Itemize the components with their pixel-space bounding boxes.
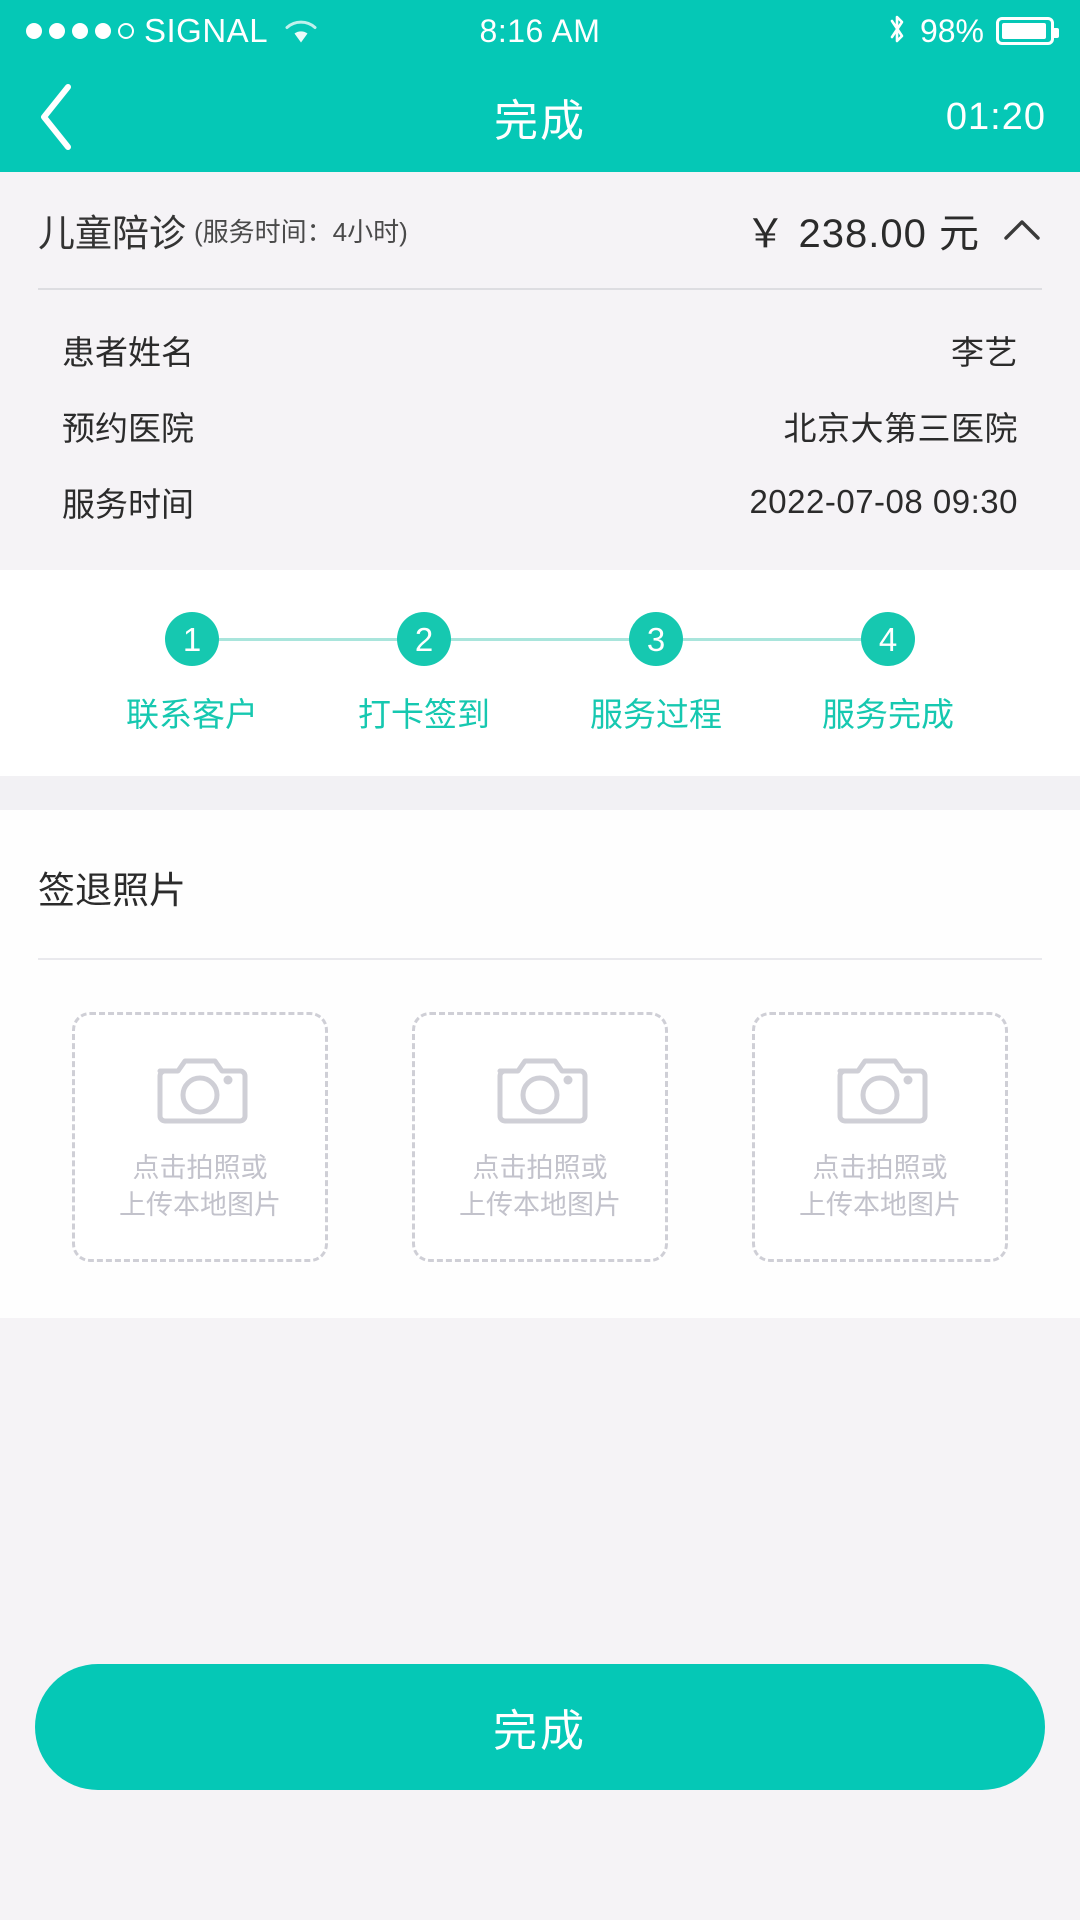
order-header-row[interactable]: 儿童陪诊 (服务时间：4小时) ￥ 238.00 元 xyxy=(38,172,1042,288)
signal-dot-2 xyxy=(49,23,65,39)
photo-upload-slot-3[interactable]: 点击拍照或 上传本地图片 xyxy=(752,1012,1008,1262)
battery-icon xyxy=(996,17,1059,45)
chevron-left-icon xyxy=(41,84,71,150)
step-label: 服务完成 xyxy=(822,696,954,733)
info-label: 预约医院 xyxy=(62,410,194,447)
step-number-badge: 1 xyxy=(165,612,219,666)
page-title: 完成 xyxy=(494,97,586,146)
upload-hint: 点击拍照或 上传本地图片 xyxy=(459,1150,621,1223)
stepper-step-1[interactable]: 1 联系客户 xyxy=(76,612,308,736)
checkout-photos-card: 签退照片 点击拍照或 上传本地图片 点击拍照或 上传本地图片 点击拍照或 上传本… xyxy=(0,810,1080,1318)
status-bar-clock: 8:16 AM xyxy=(479,12,601,49)
stepper-step-2[interactable]: 2 打卡签到 xyxy=(308,612,540,736)
order-info-list: 患者姓名 李艺 预约医院 北京大第三医院 服务时间 2022-07-08 09:… xyxy=(38,290,1042,570)
step-number-badge: 2 xyxy=(397,612,451,666)
camera-icon xyxy=(152,1051,248,1132)
progress-stepper-section: 1 联系客户 2 打卡签到 3 服务过程 4 服务完成 xyxy=(0,570,1080,776)
carrier-label: SIGNAL xyxy=(144,12,269,49)
upload-hint-line2: 上传本地图片 xyxy=(459,1189,621,1220)
status-bar-left: SIGNAL xyxy=(26,12,480,50)
status-bar: SIGNAL 8:16 AM 98% xyxy=(0,0,1080,62)
signal-dot-1 xyxy=(26,23,42,39)
signal-dot-5 xyxy=(118,23,134,39)
upload-hint-line1: 点击拍照或 xyxy=(132,1153,268,1184)
status-bar-right: 98% xyxy=(600,12,1059,51)
section-title: 签退照片 xyxy=(38,870,186,911)
stepper-step-3[interactable]: 3 服务过程 xyxy=(540,612,772,736)
order-price: ￥ 238.00 元 xyxy=(745,212,980,256)
price-area: ￥ 238.00 元 xyxy=(745,201,1042,259)
photo-upload-slot-2[interactable]: 点击拍照或 上传本地图片 xyxy=(412,1012,668,1262)
battery-percent-label: 98% xyxy=(919,12,984,49)
service-name: 儿童陪诊 xyxy=(38,213,186,254)
step-label: 服务过程 xyxy=(590,696,722,733)
submit-button[interactable]: 完成 xyxy=(35,1664,1045,1790)
order-summary-card: 儿童陪诊 (服务时间：4小时) ￥ 238.00 元 患者姓名 李艺 预约医院 … xyxy=(0,172,1080,570)
info-value: 北京大第三医院 xyxy=(783,410,1018,447)
camera-icon xyxy=(492,1051,588,1132)
step-number-badge: 3 xyxy=(629,612,683,666)
table-row: 患者姓名 李艺 xyxy=(38,312,1042,388)
signal-dot-3 xyxy=(72,23,88,39)
table-row: 服务时间 2022-07-08 09:30 xyxy=(38,464,1042,540)
stepper-step-4[interactable]: 4 服务完成 xyxy=(772,612,1004,736)
step-label: 联系客户 xyxy=(126,696,258,733)
upload-hint-line1: 点击拍照或 xyxy=(812,1153,948,1184)
bluetooth-icon xyxy=(886,12,908,51)
upload-hint-line1: 点击拍照或 xyxy=(472,1153,608,1184)
progress-stepper: 1 联系客户 2 打卡签到 3 服务过程 4 服务完成 xyxy=(0,612,1080,736)
step-label: 打卡签到 xyxy=(358,696,490,733)
footer-bar: 完成 xyxy=(0,1664,1080,1920)
upload-hint-line2: 上传本地图片 xyxy=(119,1189,281,1220)
photo-upload-row: 点击拍照或 上传本地图片 点击拍照或 上传本地图片 点击拍照或 上传本地图片 xyxy=(38,960,1042,1318)
chevron-up-icon xyxy=(1004,220,1040,240)
signal-strength-icon xyxy=(26,23,134,39)
upload-hint: 点击拍照或 上传本地图片 xyxy=(799,1150,961,1223)
countdown-timer: 01:20 xyxy=(945,95,1046,138)
info-value: 2022-07-08 09:30 xyxy=(749,483,1018,520)
table-row: 预约医院 北京大第三医院 xyxy=(38,388,1042,464)
step-number-badge: 4 xyxy=(861,612,915,666)
battery-fill xyxy=(1002,23,1047,39)
service-duration: (服务时间：4小时) xyxy=(194,216,408,247)
info-label: 患者姓名 xyxy=(62,334,194,371)
nav-bar: 完成 01:20 xyxy=(0,62,1080,172)
camera-icon xyxy=(832,1051,928,1132)
photo-upload-slot-1[interactable]: 点击拍照或 上传本地图片 xyxy=(72,1012,328,1262)
signal-dot-4 xyxy=(95,23,111,39)
wifi-icon xyxy=(284,18,318,44)
collapse-toggle-button[interactable] xyxy=(1002,210,1042,250)
upload-hint: 点击拍照或 上传本地图片 xyxy=(119,1150,281,1223)
content-spacer xyxy=(0,1318,1080,1664)
info-label: 服务时间 xyxy=(62,486,194,523)
section-gap xyxy=(0,776,1080,810)
back-button[interactable] xyxy=(34,82,104,152)
info-value: 李艺 xyxy=(951,334,1018,371)
upload-hint-line2: 上传本地图片 xyxy=(799,1189,961,1220)
app-screen: SIGNAL 8:16 AM 98% 完成 01:20 儿童陪诊 (服务时间：4… xyxy=(0,0,1080,1920)
